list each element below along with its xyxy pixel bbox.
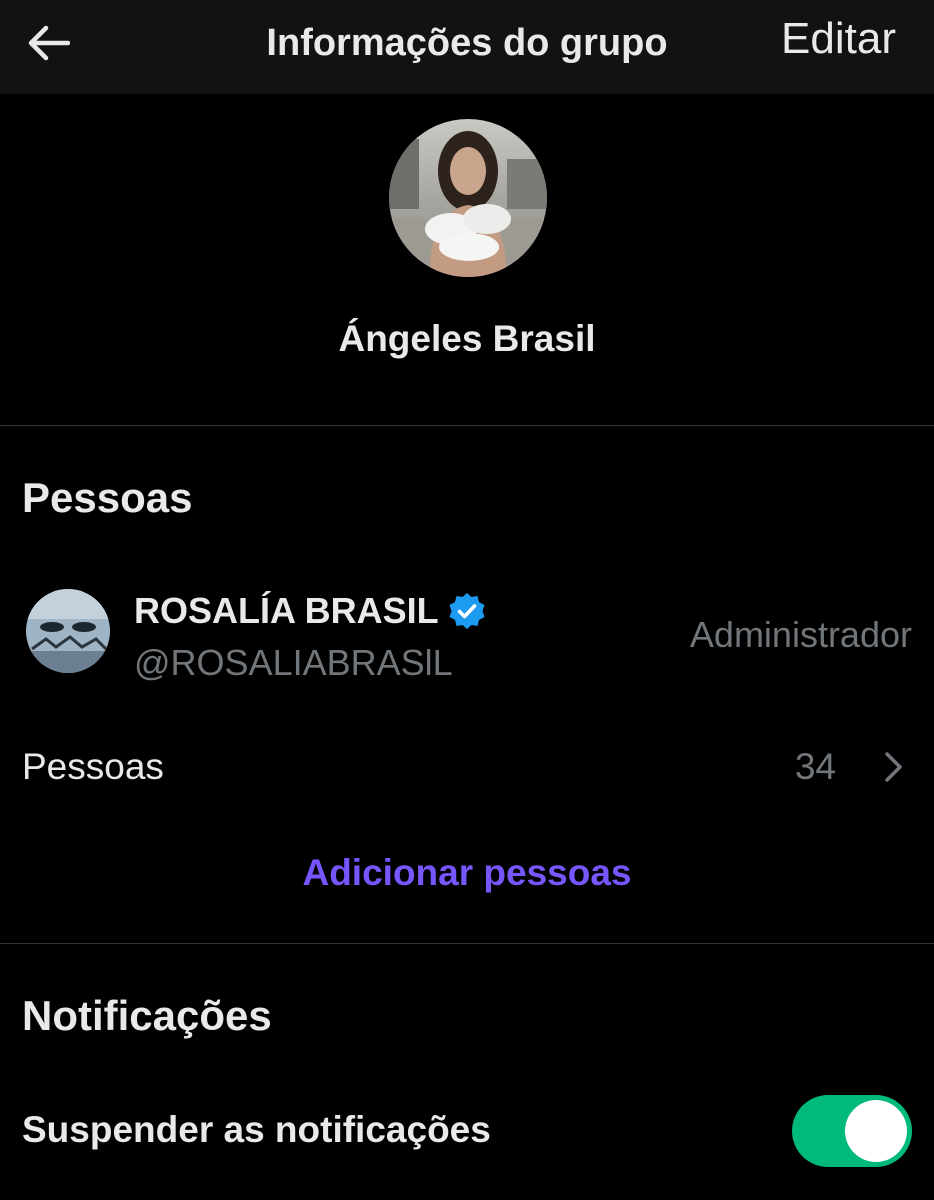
group-avatar[interactable] <box>389 119 547 277</box>
people-section-title: Pessoas <box>22 474 193 521</box>
member-row[interactable]: ROSALÍA BRASIL @ROSALIABRASlL Administra… <box>0 580 934 684</box>
people-count: 34 <box>794 746 836 787</box>
mute-notifications-row: Suspender as notificações <box>0 1092 934 1172</box>
member-handle: @ROSALIABRASlL <box>134 642 453 683</box>
member-role: Administrador <box>689 614 912 655</box>
divider <box>0 943 934 944</box>
chevron-right-icon <box>885 752 902 782</box>
toggle-knob[interactable] <box>845 1100 907 1162</box>
divider <box>0 425 934 426</box>
mute-notifications-toggle[interactable] <box>792 1095 912 1167</box>
people-row-label: Pessoas <box>22 746 164 787</box>
notifications-section-title: Notificações <box>22 992 272 1039</box>
people-count-row[interactable]: Pessoas 34 <box>0 730 934 804</box>
group-name: Ángeles Brasil <box>338 318 596 359</box>
top-bar: Informações do grupo Editar <box>0 0 934 94</box>
edit-button[interactable]: Editar <box>781 14 896 64</box>
mute-notifications-label: Suspender as notificações <box>22 1109 491 1150</box>
member-display-name: ROSALÍA BRASIL <box>134 590 439 631</box>
member-name: ROSALÍA BRASIL <box>134 590 487 632</box>
avatar <box>26 589 110 673</box>
add-people-button[interactable]: Adicionar pessoas <box>0 852 934 894</box>
verified-badge-icon <box>449 593 485 629</box>
